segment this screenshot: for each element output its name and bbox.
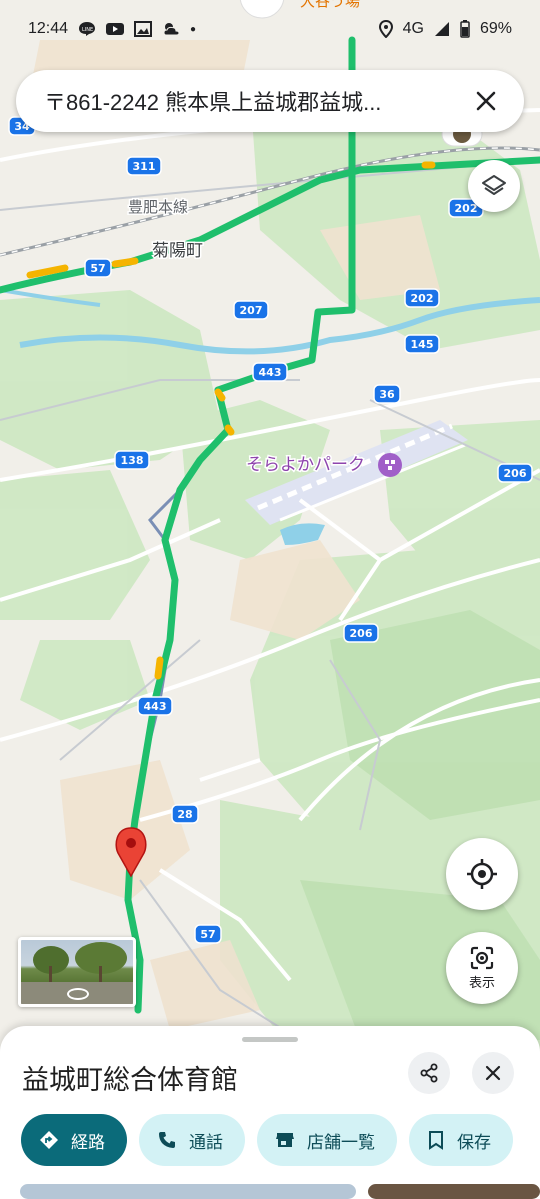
search-query[interactable]: 〒861-2242 熊本県上益城郡益城... — [44, 85, 468, 117]
route-number-badge: 443 — [137, 696, 173, 716]
status-bar: 12:44 LINE ● 4G 69% — [0, 0, 540, 58]
status-time: 12:44 — [28, 20, 69, 37]
route-number-badge: 57 — [84, 258, 112, 278]
route-number-badge: 207 — [233, 300, 269, 320]
route-number-badge: 138 — [114, 450, 150, 470]
svg-text:57: 57 — [200, 928, 215, 941]
route-number-badge: 145 — [404, 334, 440, 354]
notification-dot-icon: ● — [190, 23, 197, 35]
route-number-badge: 206 — [343, 623, 379, 643]
bookmark-icon — [429, 1131, 443, 1150]
call-chip[interactable]: 通話 — [139, 1114, 245, 1166]
sheet-close-button[interactable] — [472, 1052, 514, 1094]
poi-icon[interactable] — [378, 453, 402, 477]
gallery-icon — [134, 21, 153, 37]
street-view-thumbnail[interactable] — [18, 937, 136, 1007]
route-number-badge: 202 — [404, 288, 440, 308]
search-bar[interactable]: 〒861-2242 熊本県上益城郡益城... — [16, 70, 524, 132]
line-app-icon: LINE — [78, 21, 96, 37]
directions-chip[interactable]: 経路 — [21, 1114, 127, 1166]
my-location-button[interactable] — [446, 838, 518, 910]
location-status-icon — [378, 20, 393, 38]
close-icon — [485, 1065, 501, 1081]
svg-text:443: 443 — [144, 700, 167, 713]
clear-search-button[interactable] — [468, 83, 504, 119]
store-list-chip-label: 店舗一覧 — [307, 1132, 375, 1153]
svg-text:311: 311 — [133, 160, 156, 173]
display-button[interactable]: 表示 — [446, 932, 518, 1004]
route-number-badge: 443 — [252, 362, 288, 382]
route-number-badge: 36 — [373, 384, 401, 404]
phone-icon — [159, 1132, 175, 1148]
layers-icon — [482, 175, 506, 195]
close-icon — [476, 91, 496, 111]
store-list-chip[interactable]: 店舗一覧 — [257, 1114, 397, 1166]
layers-button[interactable] — [468, 160, 520, 212]
photo-preview-strip[interactable] — [0, 1182, 540, 1199]
route-number-badge: 206 — [497, 463, 533, 483]
directions-chip-label: 経路 — [71, 1132, 105, 1153]
save-chip[interactable]: 保存 — [409, 1114, 513, 1166]
crosshair-icon — [467, 859, 497, 889]
directions-icon — [40, 1131, 58, 1149]
svg-text:36: 36 — [379, 388, 395, 401]
svg-text:202: 202 — [411, 292, 434, 305]
svg-text:57: 57 — [90, 262, 105, 275]
lens-icon — [470, 946, 494, 969]
svg-text:145: 145 — [411, 338, 434, 351]
battery-level: 69% — [479, 20, 512, 37]
network-type: 4G — [402, 20, 424, 37]
action-chips: 経路 通話 店舗一覧 保存 — [21, 1114, 513, 1166]
place-bottom-sheet[interactable]: 益城町総合体育館 経路 通話 店舗一覧 保存 — [0, 1026, 540, 1199]
svg-text:443: 443 — [259, 366, 282, 379]
svg-text:206: 206 — [504, 467, 527, 480]
route-number-badge: 311 — [126, 156, 162, 176]
map-canvas[interactable]: 3431120257207202145443361382062064432857… — [0, 0, 540, 1199]
svg-text:138: 138 — [121, 454, 144, 467]
poi-label: そらよかパーク — [246, 455, 365, 475]
signal-icon — [434, 21, 450, 37]
route-number-badge: 57 — [194, 924, 222, 944]
sheet-drag-handle[interactable] — [242, 1037, 298, 1042]
share-button[interactable] — [408, 1052, 450, 1094]
store-icon — [276, 1133, 294, 1147]
svg-text:207: 207 — [240, 304, 263, 317]
street-view-icon — [67, 988, 89, 1000]
svg-text:206: 206 — [350, 627, 373, 640]
place-title: 益城町総合体育館 — [22, 1065, 238, 1096]
weather-icon — [162, 21, 180, 37]
svg-text:28: 28 — [177, 808, 192, 821]
call-chip-label: 通話 — [189, 1132, 223, 1153]
battery-icon — [460, 20, 470, 38]
svg-text:202: 202 — [455, 202, 478, 215]
rail-line-label: 豊肥本線 — [128, 198, 188, 216]
display-button-label: 表示 — [468, 974, 495, 990]
youtube-icon — [106, 22, 125, 36]
share-icon — [420, 1063, 438, 1083]
town-label: 菊陽町 — [152, 241, 203, 261]
svg-text:LINE: LINE — [82, 27, 93, 33]
route-number-badge: 28 — [171, 804, 199, 824]
save-chip-label: 保存 — [457, 1132, 491, 1153]
